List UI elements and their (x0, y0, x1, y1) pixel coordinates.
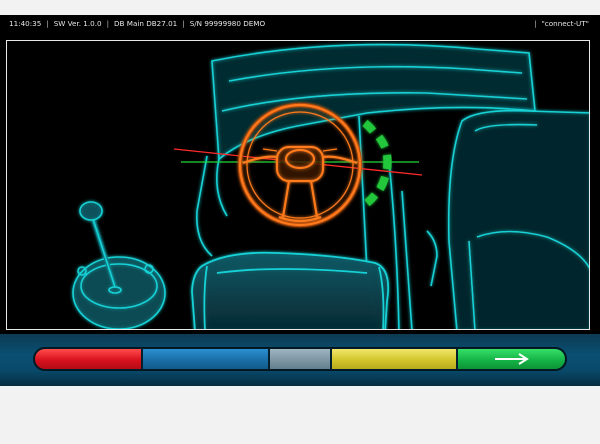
red-function-button[interactable] (35, 349, 141, 369)
grey-function-button[interactable] (270, 349, 330, 369)
door-wireframe (426, 109, 589, 329)
vehicle-3d-view (6, 40, 590, 330)
blue-function-button[interactable] (143, 349, 268, 369)
function-key-bar (0, 334, 600, 386)
connection-status: "connect-UT" (541, 19, 589, 28)
status-left: 11:40:35 | SW Ver. 1.0.0 | DB Main DB27.01 | S… (9, 19, 266, 28)
alignment-indicator-icon (362, 119, 392, 207)
status-bar: 11:40:35 | SW Ver. 1.0.0 | DB Main DB27.01 | S… (0, 15, 600, 32)
software-version: SW Ver. 1.0.0 (53, 19, 102, 28)
vehicle-interior-illustration (72, 43, 589, 329)
clock: 11:40:35 (9, 19, 42, 28)
arrow-right-icon (494, 353, 529, 365)
database-version: DB Main DB27.01 (114, 19, 178, 28)
yellow-function-button[interactable] (332, 349, 456, 369)
bottom-margin (0, 386, 600, 444)
gear-shifter-wireframe (72, 201, 166, 329)
button-track (33, 347, 567, 371)
serial-number: S/N 99999980 DEMO (189, 19, 266, 28)
status-right: | "connect-UT" (534, 19, 589, 28)
seat-wireframe (191, 251, 390, 329)
top-margin (0, 0, 600, 15)
next-button[interactable] (458, 349, 565, 369)
